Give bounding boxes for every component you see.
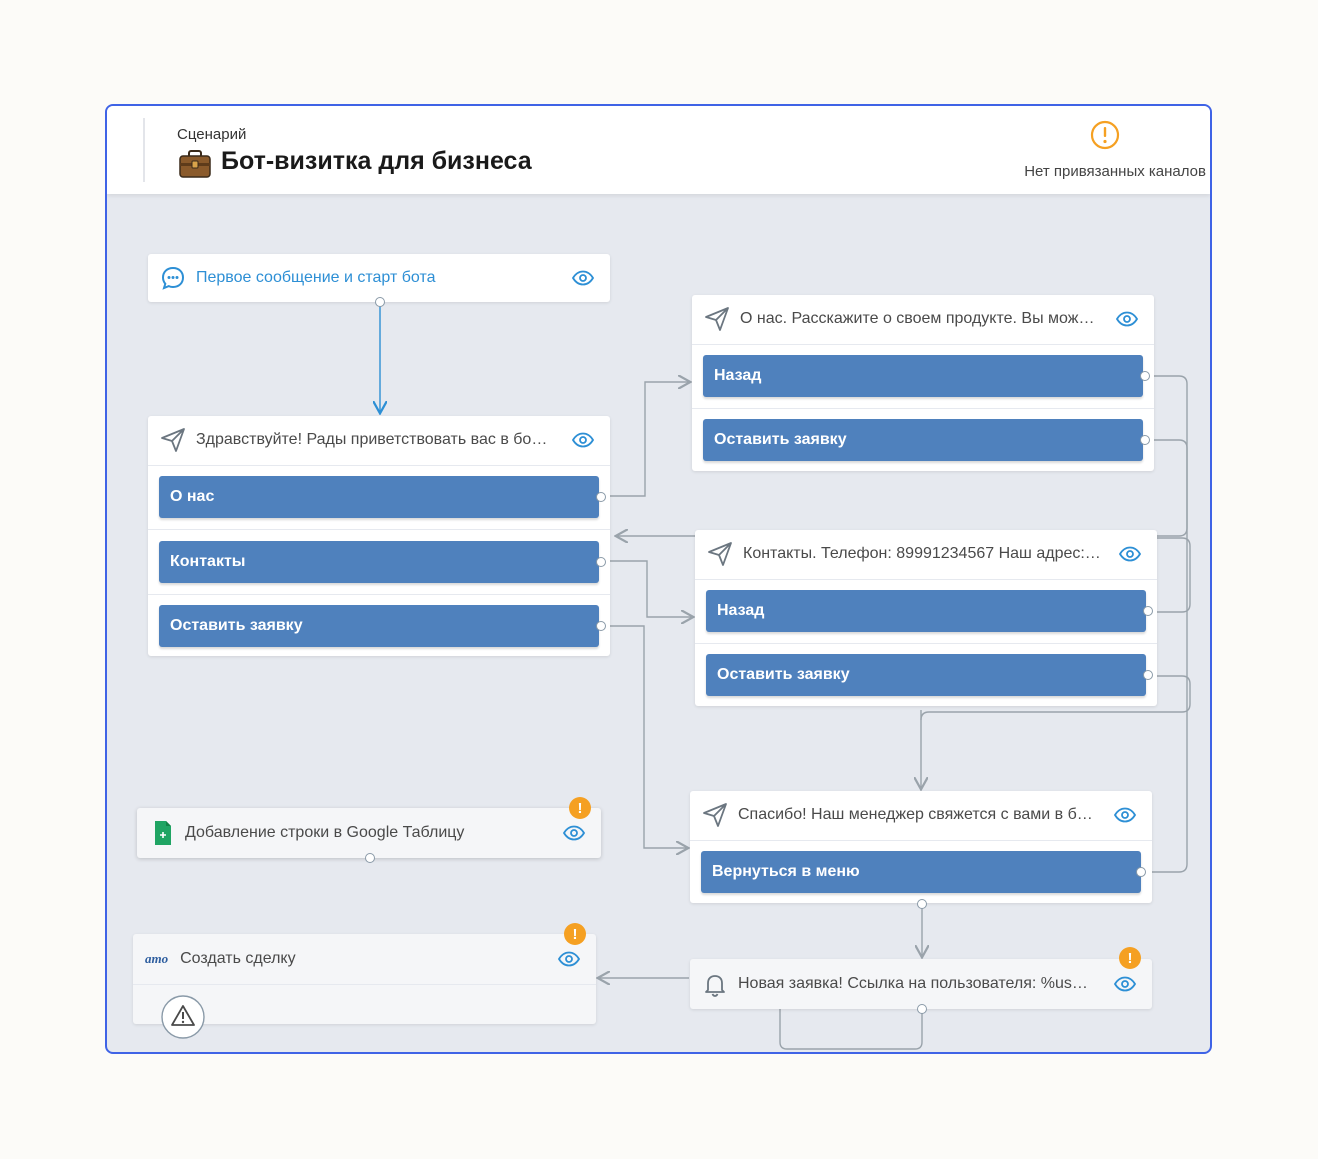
button-back-to-menu[interactable]: Вернуться в меню [701,851,1141,893]
button-request-port[interactable] [1143,670,1153,680]
eye-icon[interactable] [572,270,594,286]
eye-icon[interactable] [1114,807,1136,823]
eye-icon[interactable] [1114,976,1136,992]
button-back-port[interactable] [1143,606,1153,616]
node-deal-title: Создать сделку [180,950,296,967]
node-thanks-title: Спасибо! Наш менеджер свяжется с вами в … [738,806,1093,823]
button-about[interactable]: О нас [159,476,599,518]
send-icon [705,307,729,331]
warning-icon[interactable] [1090,120,1120,150]
node-contacts-title: Контакты. Телефон: 89991234567 Наш адрес… [743,545,1101,562]
button-back[interactable]: Назад [706,590,1146,632]
eye-icon[interactable] [563,825,585,841]
button-request-port[interactable] [1140,435,1150,445]
warning-badge[interactable]: ! [569,797,591,819]
node-about[interactable]: О нас. Расскажите о своем продукте. Вы м… [692,295,1154,471]
button-request-port[interactable] [596,621,606,631]
scenario-header: Сценарий Бот-визитка для бизнеса Нет при… [107,106,1210,194]
bell-icon [705,975,725,997]
button-back[interactable]: Назад [703,355,1143,397]
amo-logo-icon: amo [145,951,169,966]
node-google-sheets[interactable]: Добавление строки в Google Таблицу ! [137,797,601,863]
header-divider [143,118,145,182]
button-about-port[interactable] [596,492,606,502]
node-sheets-title: Добавление строки в Google Таблицу [185,824,465,841]
header-label: Сценарий [177,126,247,143]
scenario-frame: Сценарий Бот-визитка для бизнеса Нет при… [105,104,1212,1054]
send-icon [708,542,732,566]
button-contacts[interactable]: Контакты [159,541,599,583]
alert-triangle-icon[interactable] [160,994,206,1040]
node-greeting[interactable]: Здравствуйте! Рады приветствовать вас в … [148,416,610,656]
send-icon [703,803,727,827]
google-sheets-icon [155,821,171,845]
eye-icon[interactable] [558,951,580,967]
node-greeting-title: Здравствуйте! Рады приветствовать вас в … [196,431,548,448]
button-contacts-port[interactable] [596,557,606,567]
node-create-deal[interactable]: amo Создать сделку ! [133,923,596,1039]
warning-badge[interactable]: ! [564,923,586,945]
eye-icon[interactable] [1116,311,1138,327]
node-notify-title: Новая заявка! Ссылка на пользователя: %u… [738,975,1088,992]
button-request[interactable]: Оставить заявку [706,654,1146,696]
send-icon [161,428,185,452]
node-contacts[interactable]: Контакты. Телефон: 89991234567 Наш адрес… [695,530,1157,706]
node-start[interactable]: Первое сообщение и старт бота [148,254,610,307]
chat-bubble-icon [161,266,185,290]
button-request[interactable]: Оставить заявку [703,419,1143,461]
output-port[interactable] [365,853,375,863]
button-back-port[interactable] [1140,371,1150,381]
node-thanks[interactable]: Спасибо! Наш менеджер свяжется с вами в … [690,791,1152,909]
channels-status: Нет привязанных каналов [1024,163,1206,180]
output-port[interactable] [375,297,385,307]
eye-icon[interactable] [572,432,594,448]
briefcase-icon [179,150,211,178]
node-notify[interactable]: Новая заявка! Ссылка на пользователя: %u… [690,947,1152,1014]
flow-canvas[interactable]: Первое сообщение и старт бота Здравствуй… [107,194,1210,1052]
output-port[interactable] [917,899,927,909]
button-back-to-menu-port[interactable] [1136,867,1146,877]
node-about-title: О нас. Расскажите о своем продукте. Вы м… [740,310,1095,327]
output-port[interactable] [917,1004,927,1014]
node-start-title: Первое сообщение и старт бота [196,269,436,286]
page-title: Бот-визитка для бизнеса [221,147,532,175]
button-request[interactable]: Оставить заявку [159,605,599,647]
warning-badge[interactable]: ! [1119,947,1141,969]
eye-icon[interactable] [1119,546,1141,562]
